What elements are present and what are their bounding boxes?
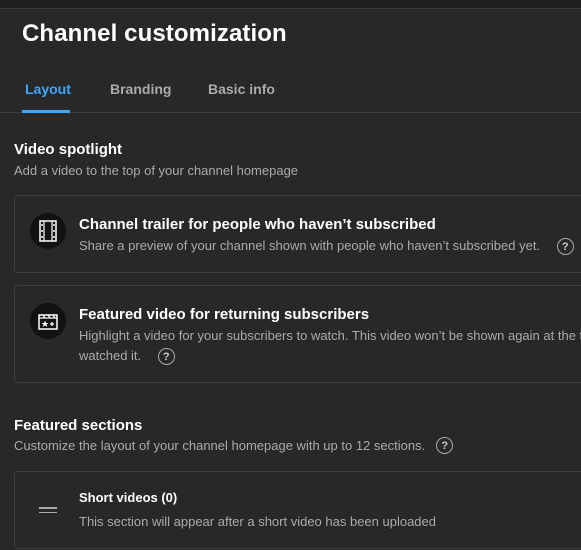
featured-sections-description: Customize the layout of your channel hom…	[14, 438, 426, 453]
page-title: Channel customization	[22, 20, 287, 47]
active-tab-indicator	[22, 110, 70, 113]
video-spotlight-description: Add a video to the top of your channel h…	[14, 163, 299, 178]
channel-trailer-title: Channel trailer for people who haven’t s…	[79, 216, 436, 233]
video-spotlight-title: Video spotlight	[14, 141, 123, 158]
channel-trailer-description-row: Share a preview of your channel shown wi…	[79, 236, 574, 256]
help-icon[interactable]: ?	[157, 348, 175, 366]
featured-video-description-line2: watched it.	[79, 348, 142, 363]
featured-video-title: Featured video for returning subscribers	[79, 306, 370, 323]
short-videos-title: Short videos (0)	[79, 490, 178, 505]
featured-sections-description-row: Customize the layout of your channel hom…	[14, 437, 454, 454]
tab-bar: Layout Branding Basic info	[0, 68, 581, 113]
help-icon[interactable]: ?	[556, 238, 574, 256]
featured-sections-title: Featured sections	[14, 417, 143, 434]
channel-trailer-description: Share a preview of your channel shown wi…	[79, 238, 541, 253]
featured-video-description-line1: Highlight a video for your subscribers t…	[79, 328, 581, 343]
tab-layout[interactable]: Layout	[25, 81, 71, 97]
featured-video-description-row2: watched it. ?	[79, 346, 175, 366]
tab-branding[interactable]: Branding	[110, 81, 171, 97]
tab-basic-info[interactable]: Basic info	[208, 81, 275, 97]
short-videos-description: This section will appear after a short v…	[79, 514, 436, 529]
top-bar	[0, 0, 581, 9]
channel-trailer-card[interactable]: Channel trailer for people who haven’t s…	[14, 195, 581, 273]
featured-video-card[interactable]: Featured video for returning subscribers…	[14, 285, 581, 383]
short-videos-section[interactable]: Short videos (0) This section will appea…	[14, 471, 581, 549]
drag-handle-icon[interactable]	[39, 507, 57, 516]
film-strip-icon	[30, 213, 66, 249]
help-icon[interactable]: ?	[436, 437, 454, 454]
featured-video-icon	[30, 303, 66, 339]
